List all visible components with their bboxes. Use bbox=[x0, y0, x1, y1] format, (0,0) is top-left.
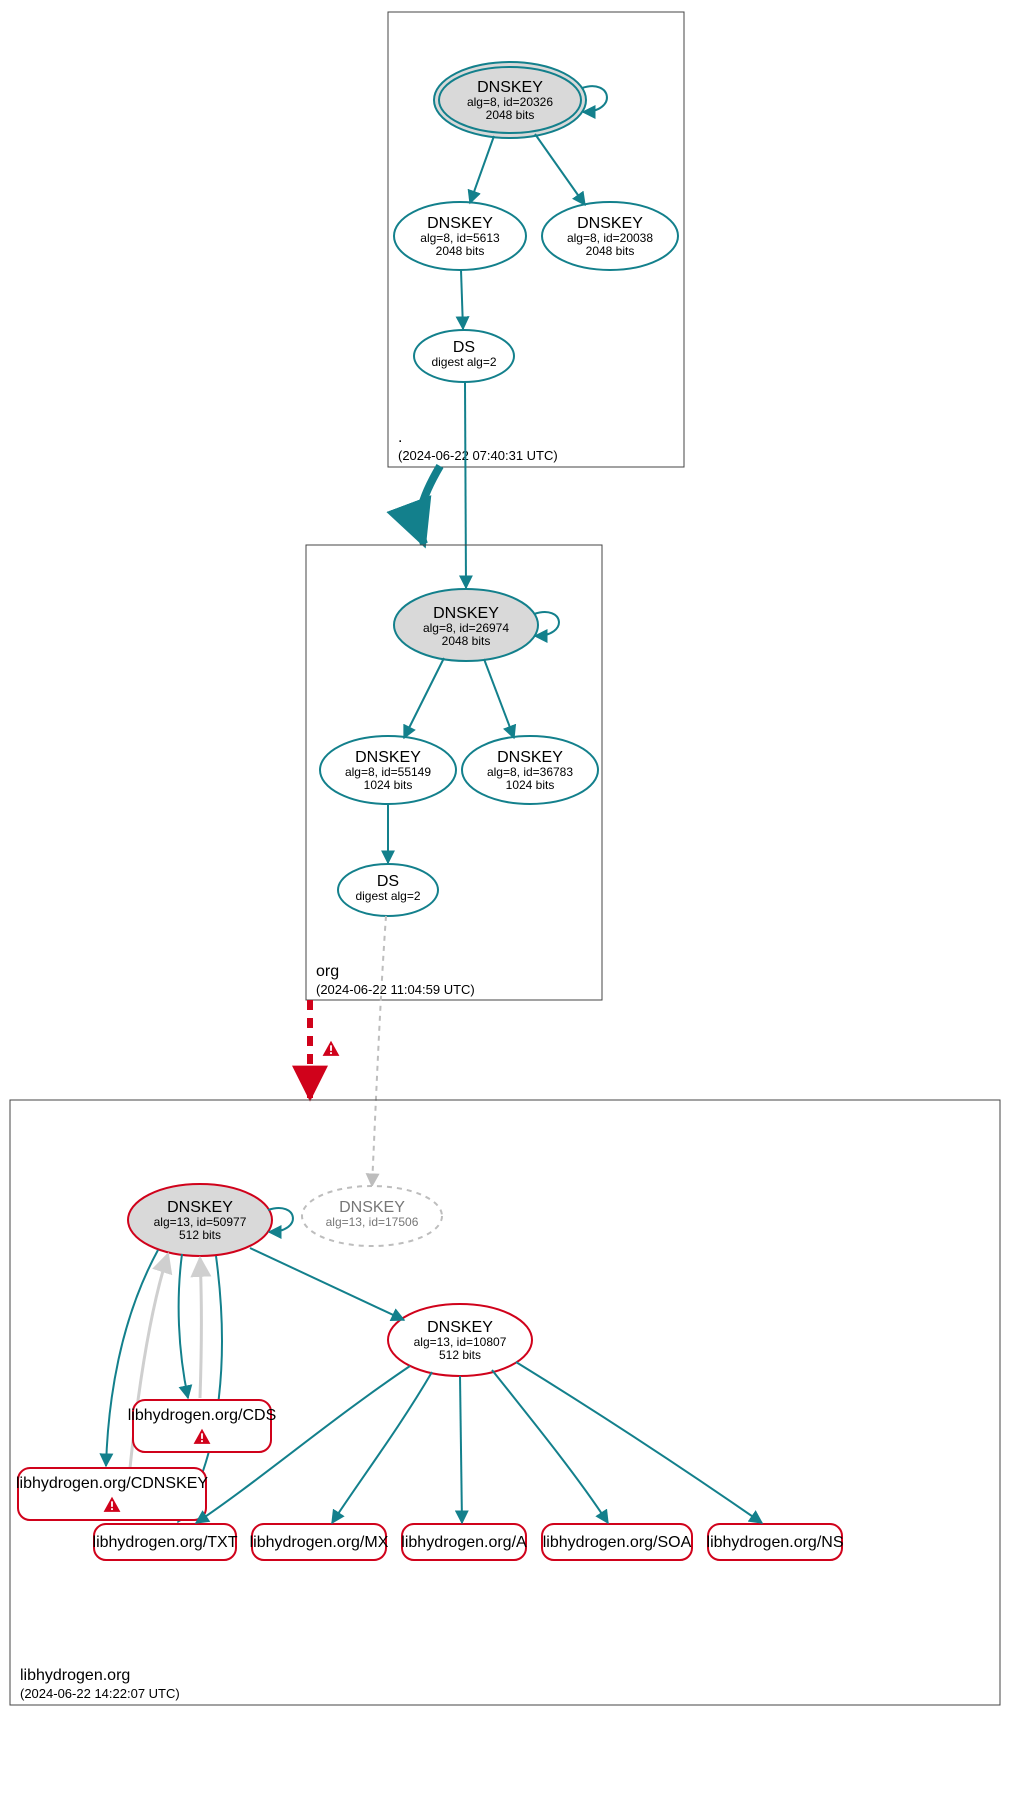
node-leaf-ksk-title: DNSKEY bbox=[167, 1199, 233, 1216]
node-org-zsk1[interactable]: DNSKEY alg=8, id=55149 1024 bits bbox=[320, 736, 456, 804]
node-org-zsk1-title: DNSKEY bbox=[355, 749, 421, 766]
node-root-ds[interactable]: DS digest alg=2 bbox=[414, 330, 514, 382]
edge-leaf-zsk-ns bbox=[516, 1362, 762, 1523]
warning-icon bbox=[322, 1040, 340, 1057]
node-org-zsk2-title: DNSKEY bbox=[497, 749, 563, 766]
node-org-ds-alg: digest alg=2 bbox=[355, 889, 420, 903]
node-root-zsk1-title: DNSKEY bbox=[427, 215, 493, 232]
node-leaf-ksk-alg: alg=13, id=50977 bbox=[154, 1215, 247, 1229]
record-a-text: libhydrogen.org/A bbox=[401, 1534, 527, 1551]
edge-leaf-ksk-cds bbox=[179, 1254, 188, 1398]
edge-leaf-ksk-zsk bbox=[250, 1248, 404, 1320]
node-org-zsk1-bits: 1024 bits bbox=[364, 778, 413, 792]
edge-root-zsk1-ds bbox=[461, 270, 463, 329]
edge-root-ksk-zsk1 bbox=[470, 136, 494, 203]
edge-org-ksk-zsk1 bbox=[404, 658, 444, 738]
record-cds[interactable]: libhydrogen.org/CDS bbox=[128, 1400, 277, 1452]
node-root-ksk-alg: alg=8, id=20326 bbox=[467, 95, 553, 109]
node-root-ksk-title: DNSKEY bbox=[477, 79, 543, 96]
record-ns[interactable]: libhydrogen.org/NS bbox=[707, 1524, 844, 1560]
edge-leaf-zsk-a bbox=[460, 1376, 462, 1523]
node-leaf-ksk[interactable]: DNSKEY alg=13, id=50977 512 bits bbox=[128, 1184, 272, 1256]
record-ns-text: libhydrogen.org/NS bbox=[707, 1534, 844, 1551]
node-leaf-zsk[interactable]: DNSKEY alg=13, id=10807 512 bits bbox=[388, 1304, 532, 1376]
edge-leaf-zsk-soa bbox=[492, 1370, 608, 1523]
node-org-ds[interactable]: DS digest alg=2 bbox=[338, 864, 438, 916]
node-root-zsk2-bits: 2048 bits bbox=[586, 244, 635, 258]
zone-leaf-timestamp: (2024-06-22 14:22:07 UTC) bbox=[20, 1686, 180, 1701]
edge-root-ksk-zsk2 bbox=[535, 134, 585, 205]
record-soa[interactable]: libhydrogen.org/SOA bbox=[542, 1524, 692, 1560]
node-root-zsk1[interactable]: DNSKEY alg=8, id=5613 2048 bits bbox=[394, 202, 526, 270]
node-root-zsk1-bits: 2048 bits bbox=[436, 244, 485, 258]
node-root-zsk2-alg: alg=8, id=20038 bbox=[567, 231, 653, 245]
edge-root-to-org bbox=[420, 466, 440, 544]
zone-leaf-label: libhydrogen.org bbox=[20, 1667, 130, 1684]
node-leaf-zsk-title: DNSKEY bbox=[427, 1319, 493, 1336]
node-org-zsk2-bits: 1024 bits bbox=[506, 778, 555, 792]
node-root-zsk2[interactable]: DNSKEY alg=8, id=20038 2048 bits bbox=[542, 202, 678, 270]
node-root-ds-title: DS bbox=[453, 339, 475, 356]
node-org-zsk2-alg: alg=8, id=36783 bbox=[487, 765, 573, 779]
node-root-ksk[interactable]: DNSKEY alg=8, id=20326 2048 bits bbox=[434, 62, 586, 138]
node-leaf-ext[interactable]: DNSKEY alg=13, id=17506 bbox=[302, 1186, 442, 1246]
node-org-zsk2[interactable]: DNSKEY alg=8, id=36783 1024 bits bbox=[462, 736, 598, 804]
zone-org-label: org bbox=[316, 963, 339, 980]
record-txt[interactable]: libhydrogen.org/TXT bbox=[93, 1524, 238, 1560]
record-cdnskey[interactable]: libhydrogen.org/CDNSKEY bbox=[16, 1468, 208, 1520]
zone-org-timestamp: (2024-06-22 11:04:59 UTC) bbox=[316, 982, 475, 997]
zone-root-label: . bbox=[398, 429, 402, 446]
record-soa-text: libhydrogen.org/SOA bbox=[543, 1534, 692, 1551]
node-org-zsk1-alg: alg=8, id=55149 bbox=[345, 765, 431, 779]
record-mx[interactable]: libhydrogen.org/MX bbox=[250, 1524, 389, 1560]
record-mx-text: libhydrogen.org/MX bbox=[250, 1534, 389, 1551]
node-root-zsk1-alg: alg=8, id=5613 bbox=[420, 231, 500, 245]
node-leaf-zsk-bits: 512 bits bbox=[439, 1348, 481, 1362]
record-a[interactable]: libhydrogen.org/A bbox=[401, 1524, 527, 1560]
edge-leaf-zsk-mx bbox=[332, 1372, 432, 1523]
record-cds-text: libhydrogen.org/CDS bbox=[128, 1407, 277, 1424]
node-org-ksk-alg: alg=8, id=26974 bbox=[423, 621, 509, 635]
edge-org-ds-leaf-ext bbox=[372, 916, 386, 1186]
edge-cds-to-ksk bbox=[200, 1258, 202, 1398]
node-leaf-zsk-alg: alg=13, id=10807 bbox=[414, 1335, 507, 1349]
record-cdnskey-text: libhydrogen.org/CDNSKEY bbox=[16, 1475, 208, 1492]
zone-root-timestamp: (2024-06-22 07:40:31 UTC) bbox=[398, 448, 558, 463]
node-root-ds-alg: digest alg=2 bbox=[431, 355, 496, 369]
node-org-ksk-title: DNSKEY bbox=[433, 605, 499, 622]
record-txt-text: libhydrogen.org/TXT bbox=[93, 1534, 238, 1551]
edge-org-ksk-zsk2 bbox=[484, 659, 514, 738]
node-leaf-ext-title: DNSKEY bbox=[339, 1199, 405, 1216]
node-org-ds-title: DS bbox=[377, 873, 399, 890]
node-org-ksk[interactable]: DNSKEY alg=8, id=26974 2048 bits bbox=[394, 589, 538, 661]
node-root-ksk-bits: 2048 bits bbox=[486, 108, 535, 122]
node-leaf-ext-alg: alg=13, id=17506 bbox=[326, 1215, 419, 1229]
edge-root-ds-org-ksk bbox=[465, 382, 466, 588]
node-root-zsk2-title: DNSKEY bbox=[577, 215, 643, 232]
node-leaf-ksk-bits: 512 bits bbox=[179, 1228, 221, 1242]
node-org-ksk-bits: 2048 bits bbox=[442, 634, 491, 648]
